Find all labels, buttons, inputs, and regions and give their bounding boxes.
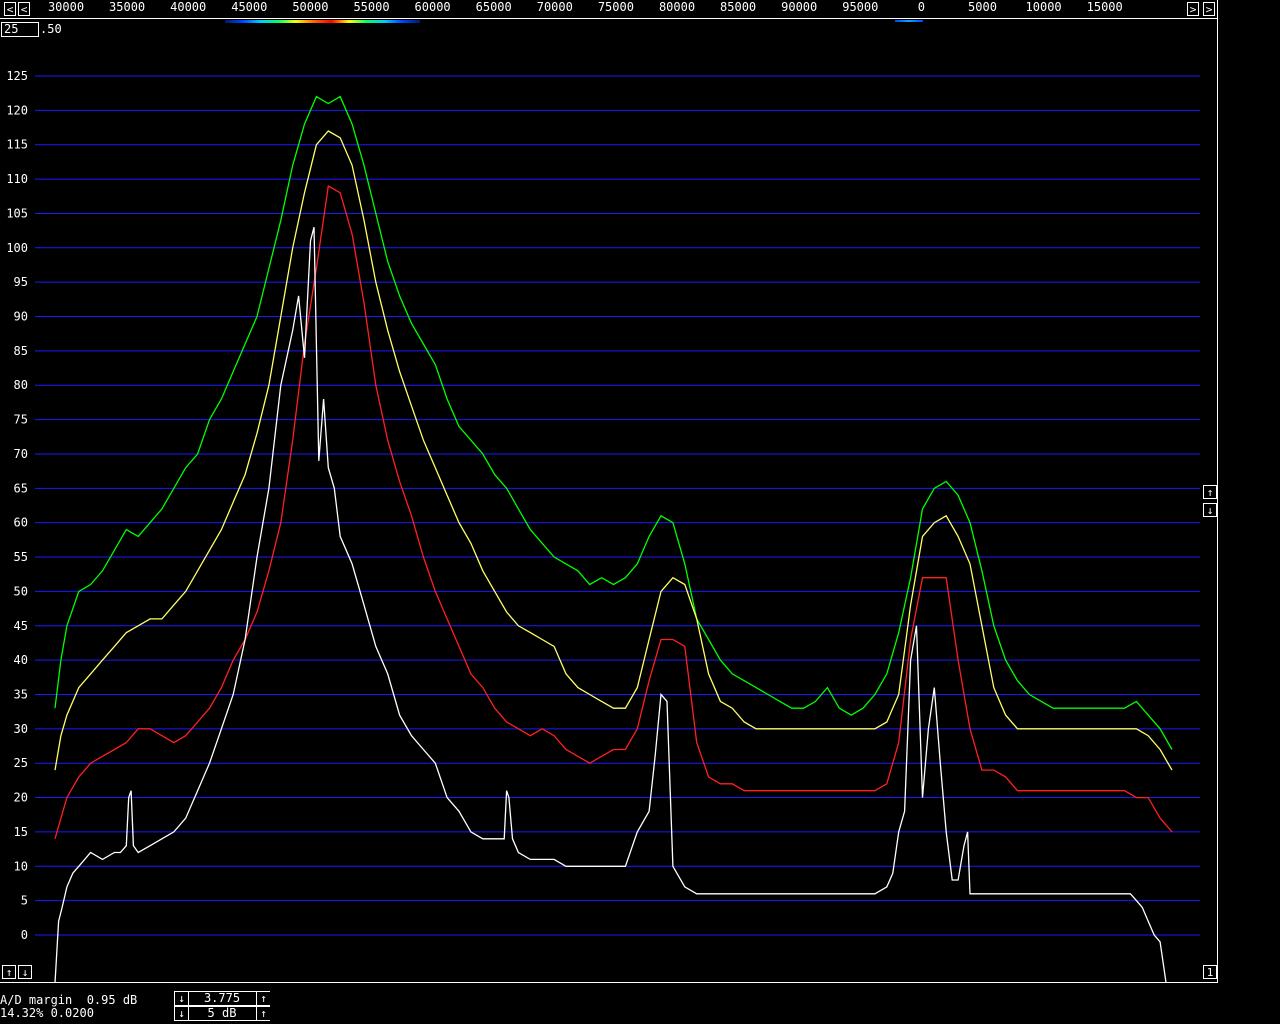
y-tick-label: 90	[14, 310, 28, 324]
spectrum-series-line	[54, 227, 1167, 982]
spectrum-series-line	[54, 130, 1173, 771]
y-tick-label: 15	[14, 825, 28, 839]
y-tick-label: 115	[6, 138, 28, 152]
y-tick-label: 120	[6, 103, 28, 117]
arrow-down-icon: ↓	[178, 1007, 185, 1020]
y-tick-label: 105	[6, 206, 28, 220]
corner-value-box[interactable]: 1	[1203, 965, 1217, 979]
zoom-down-button[interactable]: ↓	[1203, 503, 1217, 517]
y-tick-label: 110	[6, 172, 28, 186]
arrow-down-icon: ↓	[1206, 503, 1214, 517]
param-field-2[interactable]: ↓ 5 dB ↑	[174, 1006, 270, 1021]
arrow-up-icon: ↑	[260, 992, 267, 1005]
y-tick-label: 55	[14, 550, 28, 564]
y-tick-label: 65	[14, 481, 28, 495]
y-tick-label: 25	[14, 756, 28, 770]
level-down-button[interactable]: ↓	[18, 965, 32, 979]
y-tick-label: 85	[14, 344, 28, 358]
param2-up-button[interactable]: ↑	[256, 1007, 270, 1020]
spectrum-series-line	[54, 184, 1173, 839]
arrow-up-icon: ↑	[1206, 485, 1214, 499]
param1-down-button[interactable]: ↓	[175, 992, 189, 1005]
y-tick-label: 45	[14, 619, 28, 633]
arrow-down-icon: ↓	[21, 965, 29, 979]
arrow-down-icon: ↓	[178, 992, 185, 1005]
y-tick-label: 100	[6, 241, 28, 255]
y-tick-label: 10	[14, 859, 28, 873]
level-up-button[interactable]: ↑	[2, 965, 16, 979]
y-tick-label: 70	[14, 447, 28, 461]
zoom-up-button[interactable]: ↑	[1203, 485, 1217, 499]
param1-up-button[interactable]: ↑	[256, 992, 270, 1005]
y-tick-label: 30	[14, 722, 28, 736]
y-tick-label: 20	[14, 791, 28, 805]
y-tick-label: 50	[14, 584, 28, 598]
y-tick-label: 0	[21, 928, 28, 942]
spectrum-series-line	[54, 95, 1173, 750]
status-readout-line2: 14.32% 0.0200	[0, 1006, 94, 1020]
param-field-1[interactable]: ↓ 3.775 ↑	[174, 991, 270, 1006]
y-tick-label: 35	[14, 687, 28, 701]
param2-down-button[interactable]: ↓	[175, 1007, 189, 1020]
y-tick-label: 125	[6, 69, 28, 83]
y-tick-label: 5	[21, 894, 28, 908]
spectrum-plot[interactable]: 0 5 10 15 20 25 30 35 40 45 50 55 60 65 70 75 80 85 90 95 10…	[0, 0, 1218, 982]
y-tick-label: 75	[14, 413, 28, 427]
y-tick-label: 40	[14, 653, 28, 667]
spectrum-analyzer-window: < < 30000 35000 40000 45000 50000 55000 60000 6…	[0, 0, 1280, 1024]
y-tick-label: 80	[14, 378, 28, 392]
arrow-up-icon: ↑	[260, 1007, 267, 1020]
y-tick-label: 60	[14, 516, 28, 530]
param1-value: 3.775	[203, 991, 241, 1005]
param2-value: 5 dB	[207, 1006, 237, 1020]
arrow-up-icon: ↑	[5, 965, 13, 979]
plot-bottom-border	[0, 982, 1218, 983]
corner-value: 1	[1206, 965, 1214, 979]
y-tick-label: 95	[14, 275, 28, 289]
